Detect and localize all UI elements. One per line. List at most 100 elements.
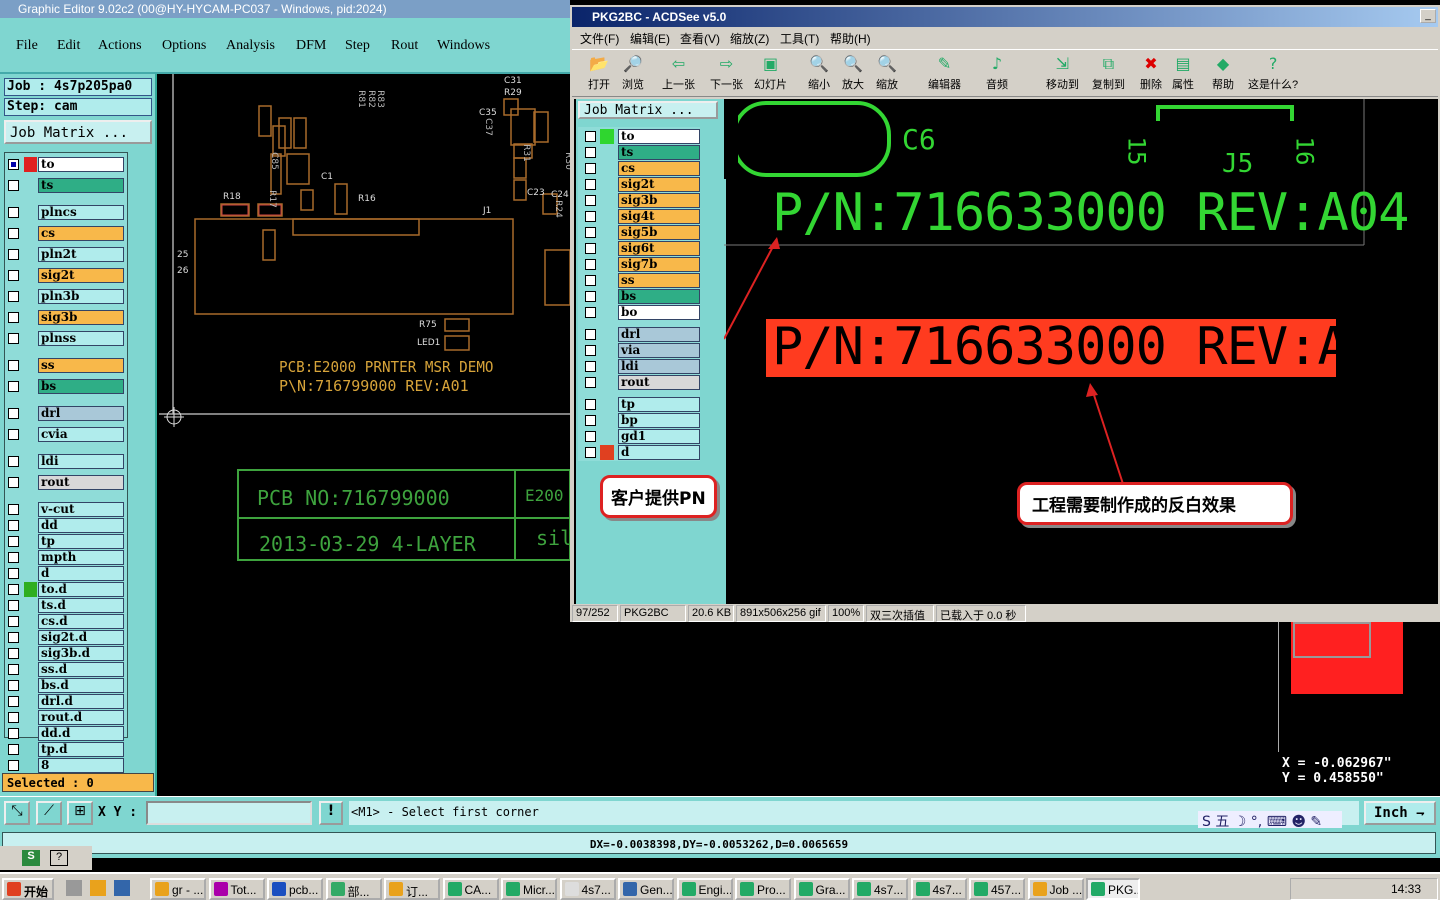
taskbar-item[interactable]: Tot... <box>208 878 265 900</box>
taskbar-item[interactable]: 457... <box>969 878 1025 900</box>
menu-rout[interactable]: Rout <box>391 38 418 54</box>
snap-icon[interactable]: ⤡ <box>4 801 30 825</box>
layer-checkbox[interactable] <box>8 696 19 707</box>
layer-row[interactable]: sig2t.d <box>5 630 129 645</box>
taskbar-item[interactable]: 订... <box>384 878 440 900</box>
layer-row[interactable]: sig2t <box>5 268 129 283</box>
grid-icon[interactable]: ⊞ <box>67 801 93 825</box>
layer-row[interactable]: d <box>5 566 129 581</box>
layer-checkbox[interactable] <box>8 712 19 723</box>
taskbar-item[interactable]: Micr... <box>501 878 557 900</box>
quicklaunch-icon[interactable] <box>66 880 82 896</box>
layer-row[interactable]: cs.d <box>5 614 129 629</box>
layer-checkbox[interactable] <box>8 228 19 239</box>
layer-checkbox[interactable] <box>8 664 19 675</box>
toolbar-button-zoom-in[interactable]: 🔍 放大 <box>842 54 864 92</box>
taskbar-item[interactable]: 4s7... <box>559 878 616 900</box>
layer-row[interactable]: ldi <box>5 454 129 469</box>
layer-checkbox[interactable] <box>8 648 19 659</box>
layer-checkbox[interactable] <box>8 360 19 371</box>
layer-row[interactable]: rout.d <box>5 710 129 725</box>
layer-row[interactable]: plncs <box>5 205 129 220</box>
toolbar-button-next[interactable]: ⇨ 下一张 <box>710 54 743 92</box>
menu-actions[interactable]: Actions <box>98 38 142 54</box>
taskbar-item[interactable]: PKG... <box>1086 878 1140 900</box>
toolbar-button-editor[interactable]: ✎ 编辑器 <box>928 54 961 92</box>
acd-menu-edit[interactable]: 编辑(E) <box>630 30 670 47</box>
layer-checkbox[interactable] <box>8 408 19 419</box>
toolbar-button-audio[interactable]: ♪ 音频 <box>986 54 1008 92</box>
layer-checkbox[interactable] <box>8 600 19 611</box>
toolbar-button-prev[interactable]: ⇦ 上一张 <box>662 54 695 92</box>
layer-row[interactable]: ss <box>5 358 129 373</box>
layer-checkbox[interactable] <box>8 207 19 218</box>
taskbar-item[interactable]: Pro... <box>735 878 791 900</box>
menu-file[interactable]: File <box>16 38 38 54</box>
layer-row[interactable]: mpth <box>5 550 129 565</box>
taskbar-item[interactable]: 4s7... <box>852 878 908 900</box>
acd-menu-file[interactable]: 文件(F) <box>580 30 619 47</box>
layer-checkbox[interactable] <box>8 456 19 467</box>
taskbar-item[interactable]: gr - ... <box>150 878 206 900</box>
layer-row[interactable]: cs <box>5 226 129 241</box>
measure-icon[interactable]: ⟋ <box>36 801 62 825</box>
menu-dfm[interactable]: DFM <box>296 38 326 54</box>
layer-row[interactable]: sig3b <box>5 310 129 325</box>
toolbar-button-whats-this[interactable]: ? 这是什么? <box>1248 54 1298 92</box>
quicklaunch-icon[interactable] <box>114 880 130 896</box>
layer-row[interactable]: bs <box>5 379 129 394</box>
acd-menu-tools[interactable]: 工具(T) <box>780 30 819 47</box>
toolbar-button-browse[interactable]: 🔎 浏览 <box>622 54 644 92</box>
layer-row[interactable]: sig3b.d <box>5 646 129 661</box>
layer-checkbox[interactable] <box>8 312 19 323</box>
layer-row[interactable]: pln2t <box>5 247 129 262</box>
layer-checkbox[interactable] <box>8 291 19 302</box>
layer-row[interactable]: cvia <box>5 427 129 442</box>
toolbar-button-properties[interactable]: ▤ 属性 <box>1172 54 1194 92</box>
layer-row[interactable]: drl <box>5 406 129 421</box>
layer-row[interactable]: dd <box>5 518 129 533</box>
layer-row[interactable]: to <box>5 157 129 172</box>
layer-checkbox[interactable] <box>8 584 19 595</box>
layer-checkbox[interactable] <box>8 728 19 739</box>
alert-icon[interactable]: ! <box>319 801 343 825</box>
taskbar-item[interactable]: 部... <box>325 878 382 900</box>
acd-menu-zoom[interactable]: 缩放(Z) <box>730 30 769 47</box>
unit-select[interactable]: Inch ⇁ <box>1364 801 1436 825</box>
menu-analysis[interactable]: Analysis <box>226 38 275 54</box>
taskbar-item[interactable]: 4s7... <box>910 878 967 900</box>
layer-checkbox[interactable] <box>8 429 19 440</box>
minimize-button[interactable]: _ <box>1420 9 1436 23</box>
layer-checkbox[interactable] <box>8 180 19 191</box>
mini-map[interactable] <box>1278 622 1440 752</box>
ime-bar[interactable]: S 五 ☽ °, ⌨ ☻ ✎ <box>1198 811 1342 830</box>
taskbar-item[interactable]: CA... <box>442 878 499 900</box>
toolbar-button-copy[interactable]: ⧉ 复制到 <box>1092 54 1125 92</box>
toolbar-button-zoom[interactable]: 🔍 缩放 <box>876 54 898 92</box>
layer-checkbox[interactable] <box>8 744 19 755</box>
layer-checkbox[interactable] <box>8 680 19 691</box>
toolbar-button-slideshow[interactable]: ▣ 幻灯片 <box>754 54 787 92</box>
layer-checkbox[interactable] <box>8 249 19 260</box>
layer-checkbox[interactable] <box>8 536 19 547</box>
menu-step[interactable]: Step <box>345 38 370 54</box>
layer-row[interactable]: tp.d <box>5 742 129 757</box>
taskbar-item[interactable]: Job ... <box>1027 878 1084 900</box>
s-icon[interactable]: S <box>22 850 40 866</box>
taskbar-item[interactable]: Gen... <box>618 878 674 900</box>
menu-windows[interactable]: Windows <box>437 38 490 54</box>
acd-menu-view[interactable]: 查看(V) <box>680 30 720 47</box>
toolbar-button-zoom-out[interactable]: 🔍 缩小 <box>808 54 830 92</box>
layer-row[interactable]: dd.d <box>5 726 129 741</box>
menu-edit[interactable]: Edit <box>57 38 80 54</box>
layer-row[interactable]: drl.d <box>5 694 129 709</box>
acd-image-view[interactable]: Job Matrix ... to ts cs sig2t sig3b sig4t sig5… <box>574 99 1438 604</box>
layer-row[interactable]: ts <box>5 178 129 193</box>
layer-row[interactable]: ss.d <box>5 662 129 677</box>
layer-checkbox[interactable] <box>8 520 19 531</box>
toolbar-button-open[interactable]: 📂 打开 <box>588 54 610 92</box>
menu-options[interactable]: Options <box>162 38 206 54</box>
acd-menu-help[interactable]: 帮助(H) <box>830 30 871 47</box>
job-matrix-button[interactable]: Job Matrix ... <box>4 120 152 144</box>
layer-checkbox[interactable] <box>8 159 19 170</box>
